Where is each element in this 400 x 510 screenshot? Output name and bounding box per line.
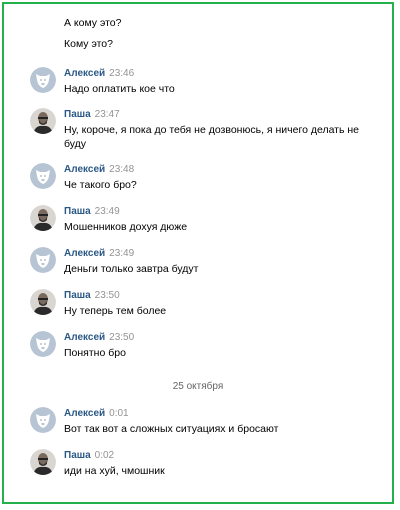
message-time[interactable]: 23:47 [95,109,120,120]
message-text: Кому это? [64,38,113,50]
message-text: Ну, короче, я пока до тебя не дозвонюсь,… [64,124,360,150]
photo-avatar-icon[interactable] [30,108,56,134]
message-time[interactable]: 23:50 [95,290,120,301]
message-text: Надо оплатить кое что [64,83,175,95]
author-name[interactable]: Паша [64,450,91,461]
message-text: А кому это? [64,17,122,29]
author-name[interactable]: Паша [64,109,91,120]
photo-avatar-icon[interactable] [30,449,56,475]
message-time[interactable]: 23:49 [109,248,134,259]
author-name[interactable]: Алексей [64,332,105,343]
message-text: Вот так вот а сложных ситуациях и бросаю… [64,423,279,435]
author-name[interactable]: Паша [64,206,91,217]
author-name[interactable]: Алексей [64,68,105,79]
dog-avatar-icon[interactable] [30,67,56,93]
message-time[interactable]: 23:49 [95,206,120,217]
message-text: Че такого бро? [64,179,137,191]
message-text: иди на хуй, чмошник [64,465,165,477]
message-text: Мошенников дохуя дюже [64,221,188,233]
dog-avatar-icon[interactable] [30,163,56,189]
photo-avatar-icon[interactable] [30,289,56,315]
dog-avatar-icon[interactable] [30,331,56,357]
photo-avatar-icon[interactable] [30,205,56,231]
message-text: Деньги только завтра будут [64,263,199,275]
chat-frame: А кому это? Кому это? Алексей 23:46 Надо … [2,2,394,504]
dog-avatar-icon[interactable] [30,407,56,433]
message-text: Понятно бро [64,347,126,359]
author-name[interactable]: Алексей [64,408,105,419]
message-time[interactable]: 0:02 [95,450,114,461]
date-divider: 25 октября [172,381,224,392]
message-text: Ну теперь тем более [64,305,167,317]
dog-avatar-icon[interactable] [30,247,56,273]
author-name[interactable]: Алексей [64,248,105,259]
author-name[interactable]: Паша [64,290,91,301]
message-time[interactable]: 23:50 [109,332,134,343]
author-name[interactable]: Алексей [64,164,105,175]
message-time[interactable]: 0:01 [109,408,128,419]
message-time[interactable]: 23:46 [109,68,134,79]
message-time[interactable]: 23:48 [109,164,134,175]
message-list: А кому это? Кому это? Алексей 23:46 Надо … [4,4,392,502]
